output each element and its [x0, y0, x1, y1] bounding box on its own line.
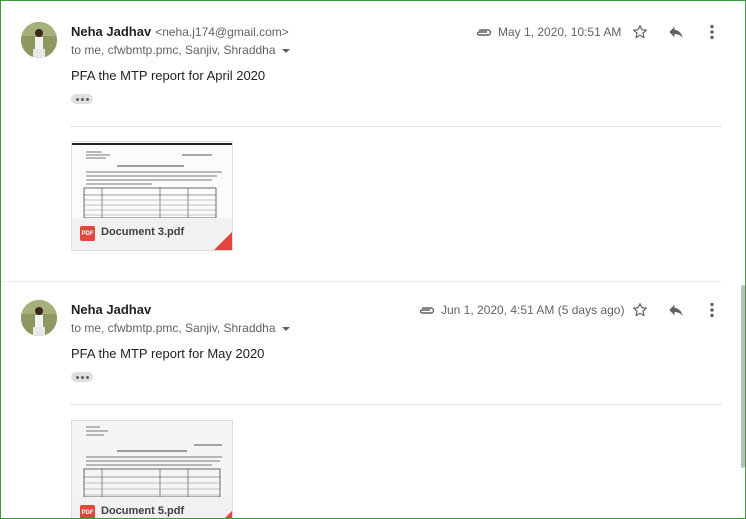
chevron-down-icon[interactable] — [281, 326, 290, 331]
reply-icon[interactable] — [666, 300, 686, 320]
attachment-footer: PDF Document 3.pdf — [72, 218, 232, 250]
recipients[interactable]: to me, cfwbmtp.pmc, Sanjiv, Shraddha — [71, 321, 290, 335]
sender-name-text: Neha Jadhav — [71, 24, 152, 39]
page-fold-icon — [214, 511, 232, 518]
pdf-icon: PDF — [80, 505, 95, 518]
recipients-text: to me, cfwbmtp.pmc, Sanjiv, Shraddha — [71, 43, 276, 57]
more-vertical-icon[interactable] — [702, 22, 722, 42]
attachment-thumbnail — [72, 421, 232, 497]
page-fold-icon — [214, 232, 232, 250]
avatar[interactable] — [21, 22, 57, 58]
ellipsis-icon[interactable] — [71, 94, 93, 104]
attachment-thumbnail — [72, 142, 232, 218]
sender-name[interactable]: Neha Jadhav <neha.j174@gmail.com> — [71, 24, 289, 39]
divider — [71, 126, 721, 127]
star-icon[interactable] — [630, 300, 650, 320]
message-body: PFA the MTP report for May 2020 — [71, 346, 265, 361]
star-icon[interactable] — [630, 22, 650, 42]
email-thread: Neha Jadhav <neha.j174@gmail.com> to me, … — [0, 0, 746, 519]
message-date: Jun 1, 2020, 4:51 AM (5 days ago) — [418, 303, 624, 318]
pdf-icon: PDF — [80, 226, 95, 241]
message-2: Neha Jadhav to me, cfwbmtp.pmc, Sanjiv, … — [1, 282, 722, 518]
date-text: May 1, 2020, 10:51 AM — [498, 25, 622, 39]
avatar[interactable] — [21, 300, 57, 336]
message-date: May 1, 2020, 10:51 AM — [475, 25, 621, 40]
sender-name-text: Neha Jadhav — [71, 302, 152, 317]
reply-icon[interactable] — [666, 22, 686, 42]
divider — [71, 404, 721, 405]
ellipsis-icon[interactable] — [71, 372, 93, 382]
date-text: Jun 1, 2020, 4:51 AM (5 days ago) — [441, 303, 625, 317]
recipients[interactable]: to me, cfwbmtp.pmc, Sanjiv, Shraddha — [71, 43, 290, 57]
message-body: PFA the MTP report for April 2020 — [71, 68, 266, 83]
attachment-card[interactable]: PDF Document 3.pdf — [71, 141, 233, 251]
scrollbar-thumb[interactable] — [741, 285, 745, 468]
attachment-name: Document 5.pdf — [101, 505, 185, 517]
attachment-footer: PDF Document 5.pdf — [72, 497, 232, 518]
chevron-down-icon[interactable] — [281, 48, 290, 53]
more-vertical-icon[interactable] — [702, 300, 722, 320]
attachment-name: Document 3.pdf — [101, 226, 185, 238]
sender-email: <neha.j174@gmail.com> — [155, 25, 289, 39]
message-1: Neha Jadhav <neha.j174@gmail.com> to me, … — [1, 1, 721, 281]
sender-name[interactable]: Neha Jadhav — [71, 302, 151, 317]
recipients-text: to me, cfwbmtp.pmc, Sanjiv, Shraddha — [71, 321, 276, 335]
paperclip-icon — [475, 26, 492, 40]
attachment-card[interactable]: PDF Document 5.pdf — [71, 420, 233, 518]
paperclip-icon — [418, 304, 435, 318]
